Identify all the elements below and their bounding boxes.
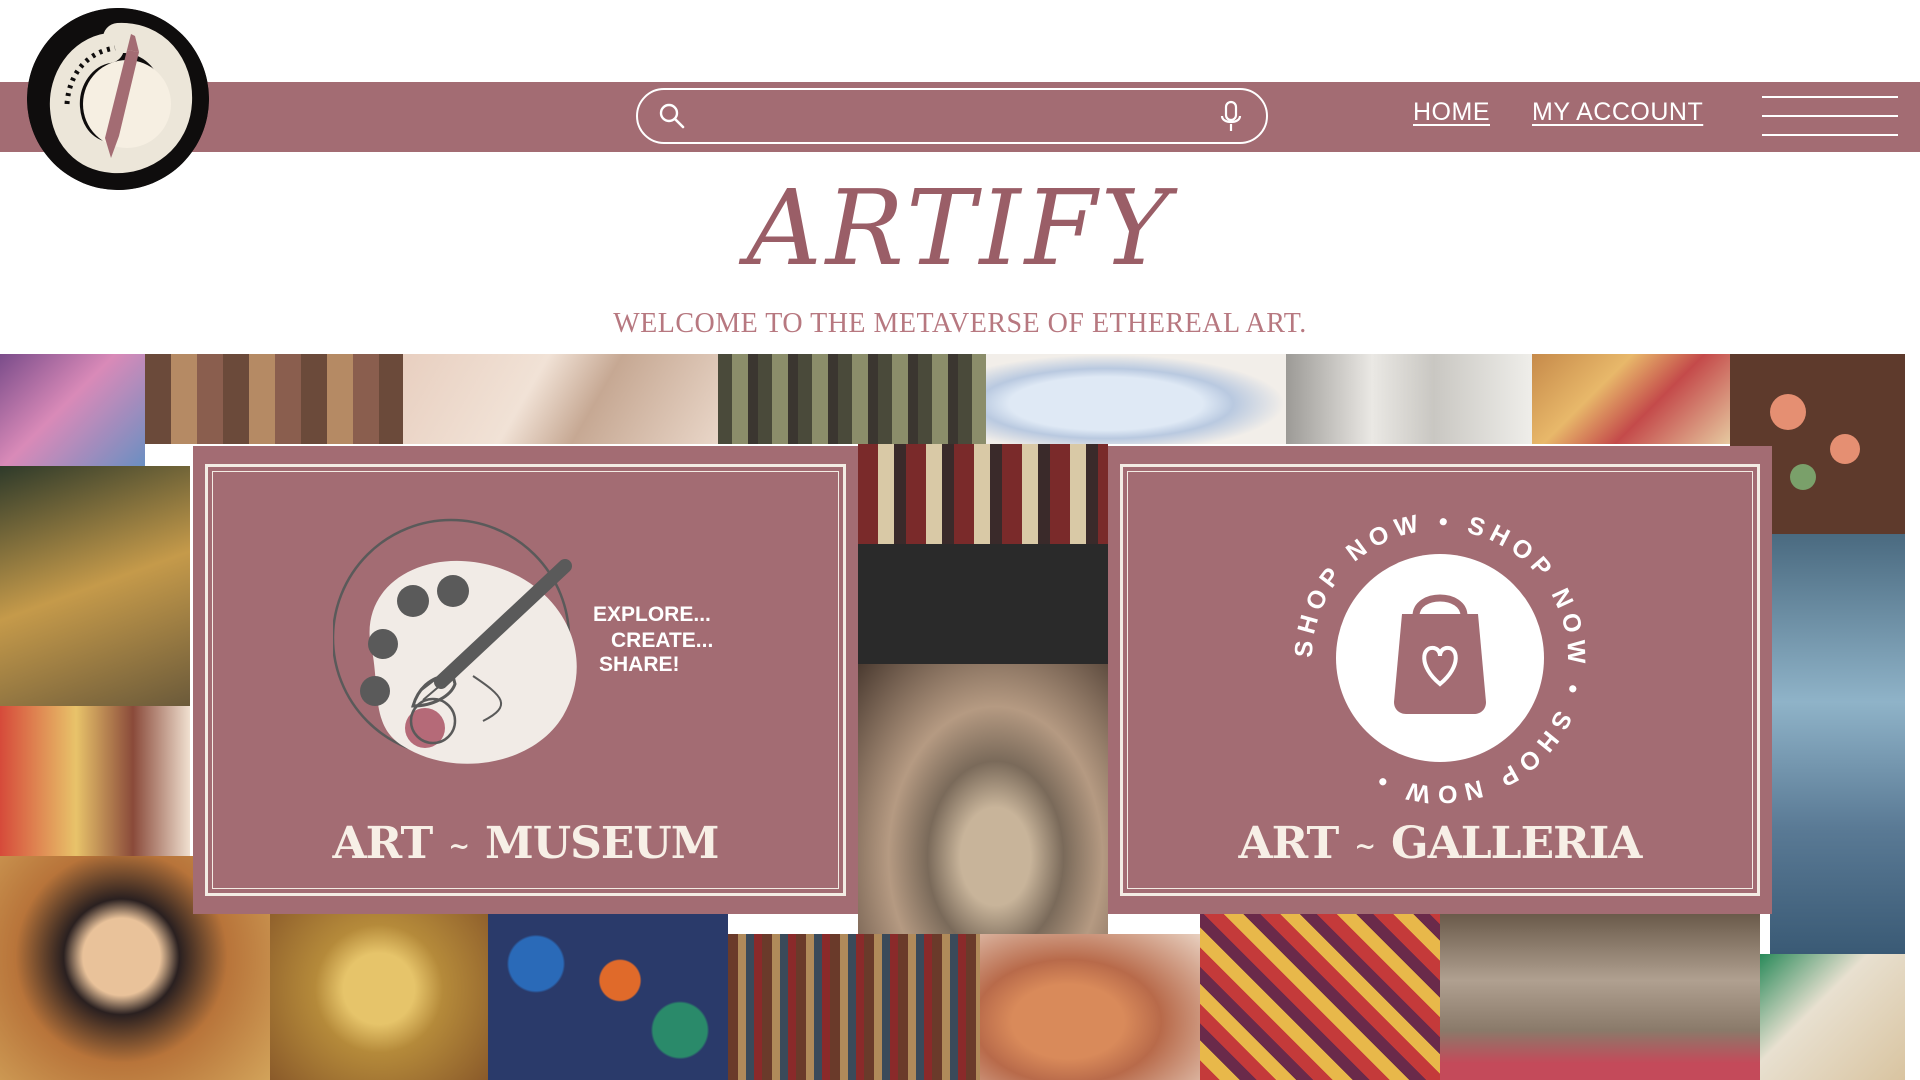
collage-tile-jewelry-shelf bbox=[718, 354, 986, 444]
collage-tile-dark-panel bbox=[858, 544, 1108, 664]
collage-tile-books bbox=[1760, 954, 1905, 1080]
collage-tile-bowls bbox=[488, 914, 728, 1080]
share-text: SHARE! bbox=[599, 653, 680, 676]
title-left: ART bbox=[1238, 818, 1340, 869]
collage-tile-parrot bbox=[0, 466, 190, 706]
menu-icon[interactable] bbox=[1762, 94, 1898, 138]
collage-tile-feet bbox=[403, 354, 718, 444]
collage-tile-white-cloth bbox=[1286, 354, 1532, 444]
brand-title: ARTIFY bbox=[746, 167, 1174, 289]
paint-palette-icon bbox=[333, 518, 577, 764]
collage-tile-potter bbox=[858, 664, 1108, 939]
collage-tile-shoes bbox=[1200, 914, 1440, 1080]
art-galleria-card[interactable]: SHOP NOW • SHOP NOW • SHOP NOW • ART ~ GAL… bbox=[1108, 446, 1772, 914]
art-museum-card[interactable]: EXPLORE... CREATE... SHARE! ART ~ MUSEUM bbox=[193, 446, 858, 914]
collage-tile-market bbox=[1440, 914, 1760, 1080]
microphone-icon[interactable] bbox=[1218, 100, 1244, 134]
collage-tile-painting bbox=[1532, 354, 1730, 444]
title-right: MUSEUM bbox=[485, 818, 719, 869]
create-text: CREATE... bbox=[611, 629, 714, 652]
title-separator: ~ bbox=[1354, 831, 1376, 862]
collage-tile-dancer bbox=[0, 706, 190, 856]
shop-now-badge[interactable]: SHOP NOW • SHOP NOW • SHOP NOW • bbox=[1288, 506, 1592, 810]
shopping-bag-icon bbox=[1394, 594, 1486, 714]
collage-tile-fantasy-art bbox=[0, 354, 145, 466]
search-bar[interactable] bbox=[636, 88, 1268, 144]
title-separator: ~ bbox=[448, 831, 470, 862]
title-left: ART bbox=[332, 818, 434, 869]
collage-tile-peacock-art bbox=[270, 914, 488, 1080]
welcome-tagline: WELCOME TO THE METAVERSE OF ETHEREAL ART… bbox=[613, 308, 1307, 339]
explore-text: EXPLORE... bbox=[593, 603, 711, 626]
art-galleria-title[interactable]: ART ~ GALLERIA bbox=[1108, 818, 1772, 869]
search-icon[interactable] bbox=[658, 102, 686, 130]
nav-home-link[interactable]: HOME bbox=[1413, 98, 1490, 127]
title-right: GALLERIA bbox=[1391, 818, 1642, 869]
collage-tile-bookshelf bbox=[728, 934, 980, 1080]
art-museum-title[interactable]: ART ~ MUSEUM bbox=[193, 818, 858, 869]
collage-tile-earrings bbox=[858, 444, 1108, 544]
collage-tile-pottery bbox=[980, 934, 1200, 1080]
collage-tile-sneaker bbox=[986, 354, 1286, 444]
nav-my-account-link[interactable]: MY ACCOUNT bbox=[1532, 98, 1703, 127]
brush-logo-icon[interactable] bbox=[27, 8, 209, 190]
collage-tile-denim bbox=[1770, 534, 1905, 954]
collage-tile-bags bbox=[145, 354, 403, 444]
search-input[interactable] bbox=[702, 98, 1186, 136]
